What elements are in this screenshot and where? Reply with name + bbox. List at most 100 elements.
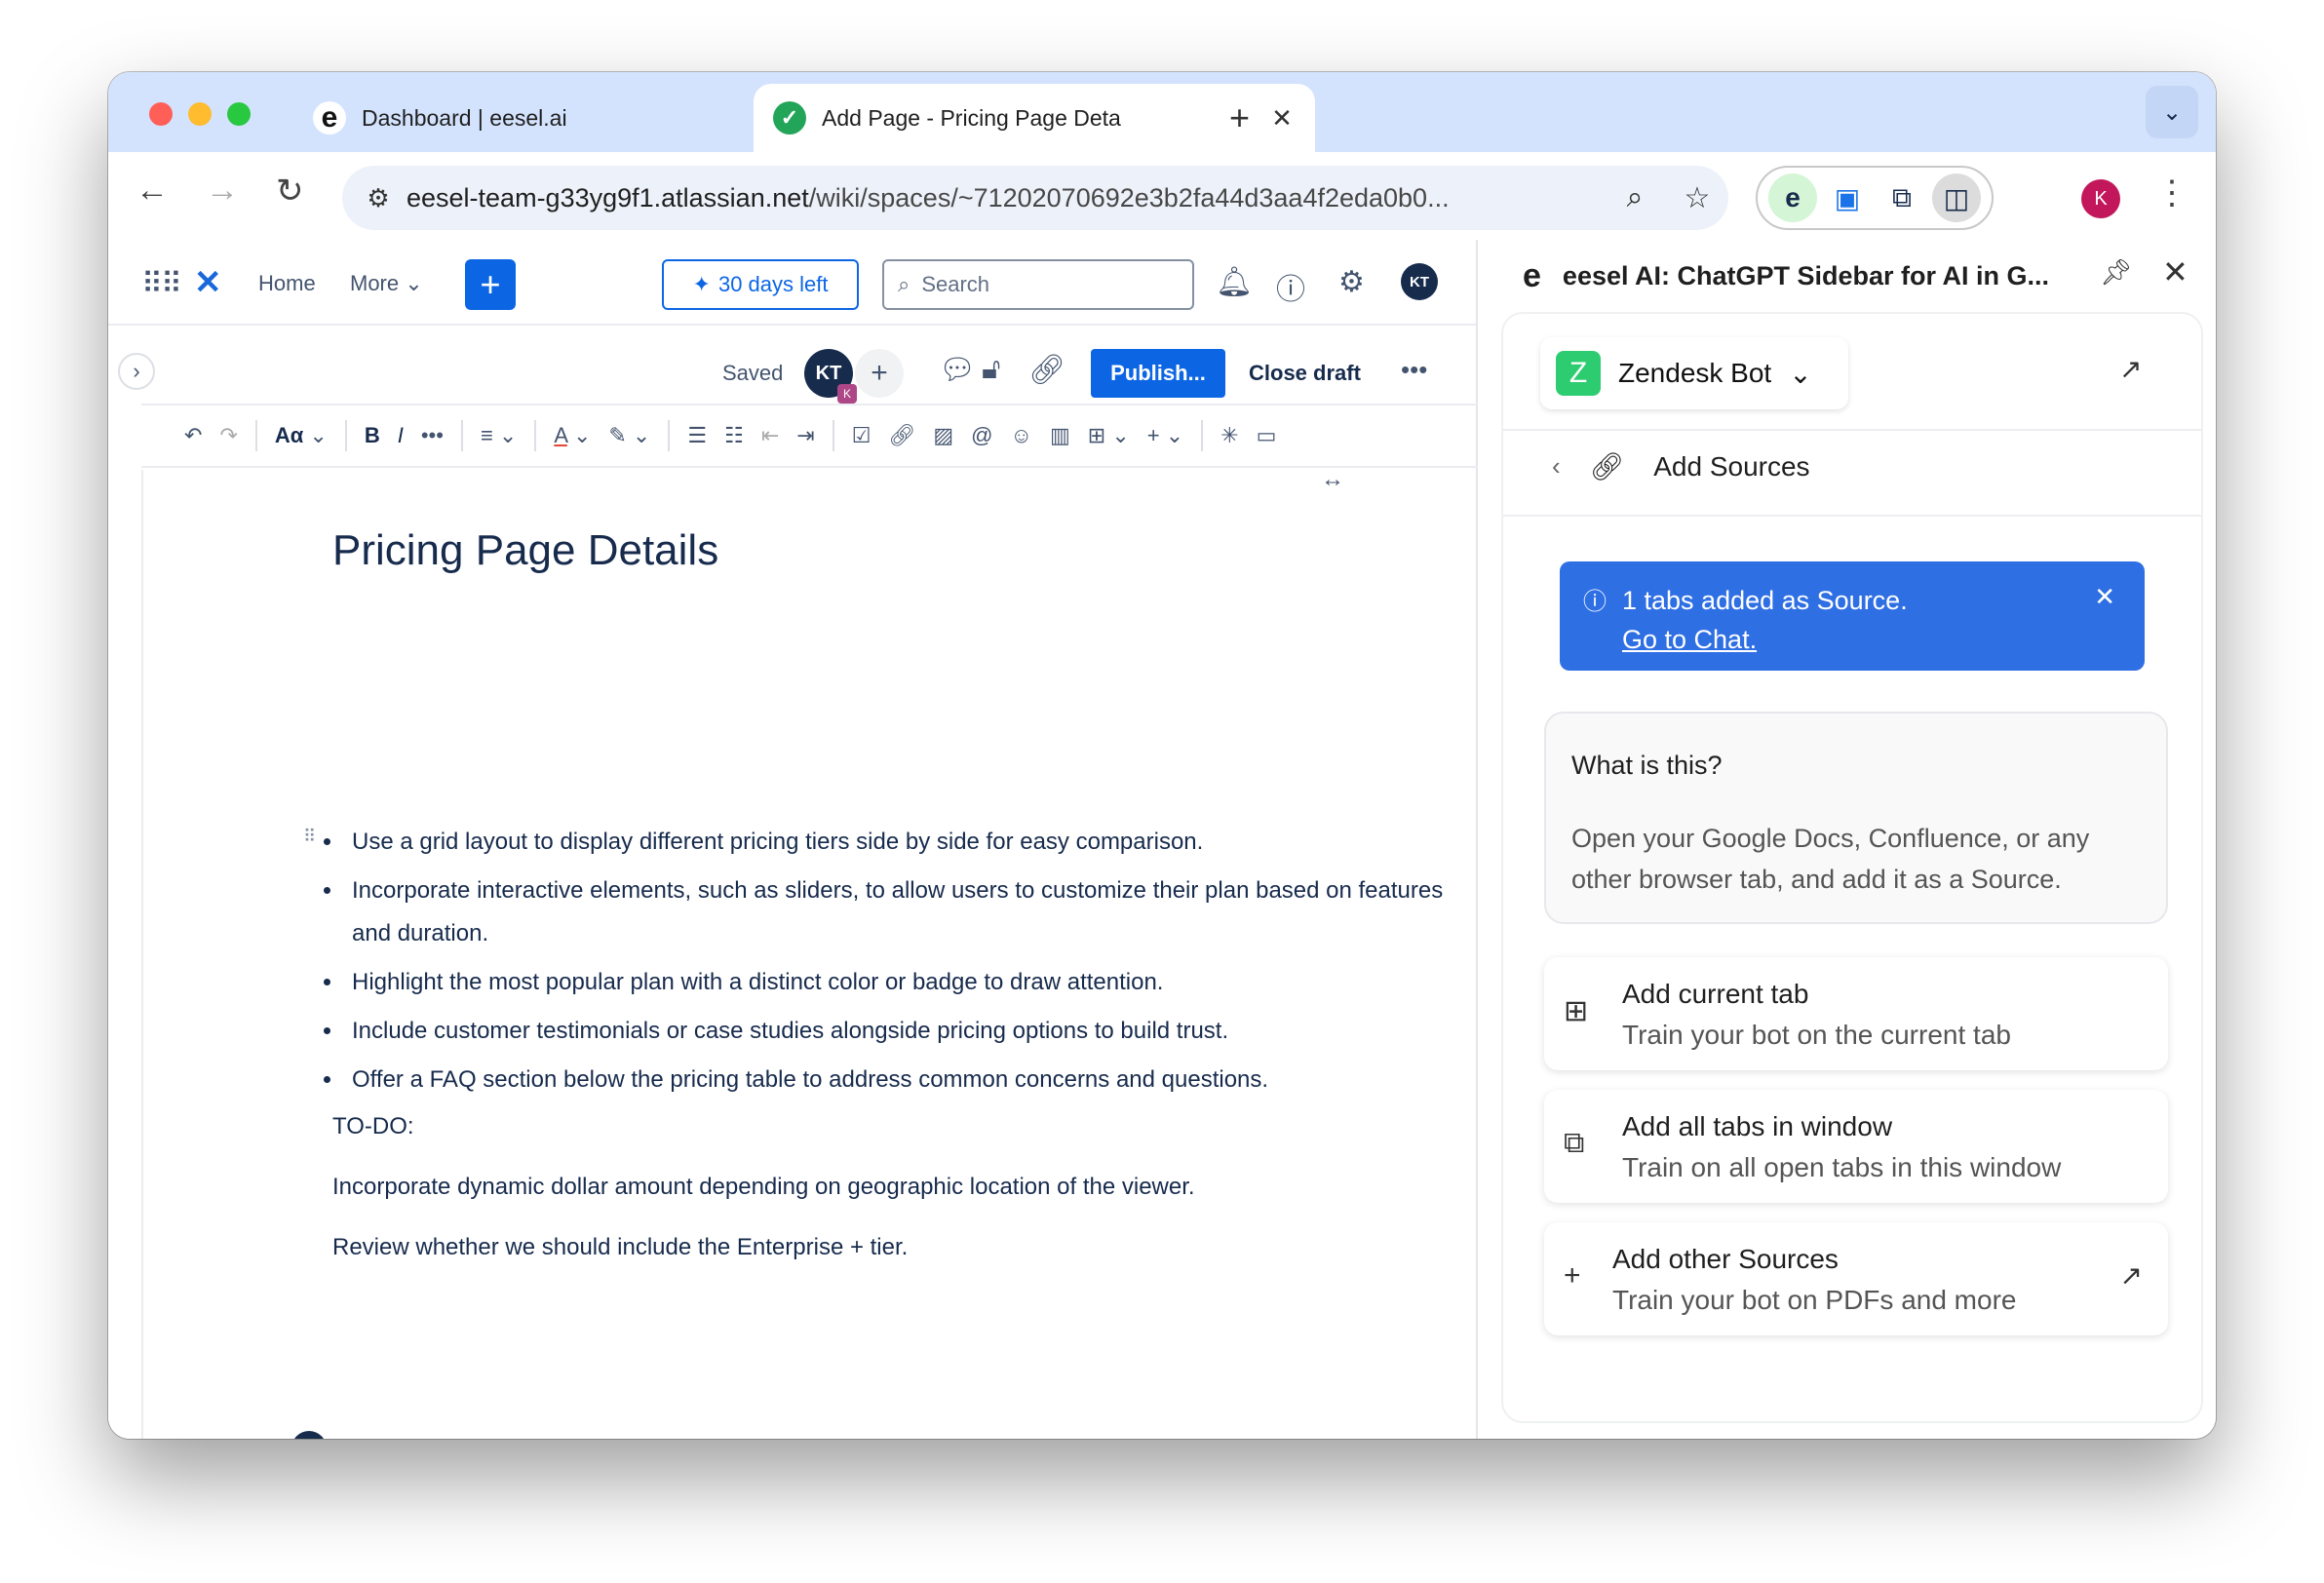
- back-chevron-icon[interactable]: ‹: [1552, 451, 1561, 482]
- search-input[interactable]: ⌕ Search: [882, 259, 1194, 310]
- back-button[interactable]: ←: [136, 172, 169, 210]
- list-item[interactable]: Incorporate interactive elements, such a…: [344, 869, 1465, 955]
- maximize-window-button[interactable]: [227, 102, 251, 126]
- outdent-icon[interactable]: ⇤: [761, 423, 779, 448]
- close-tab-icon[interactable]: ✕: [1262, 103, 1301, 134]
- settings-gear-icon[interactable]: ⚙: [1338, 265, 1365, 299]
- profile-avatar[interactable]: K: [2081, 179, 2120, 218]
- card-title: Add other Sources: [1612, 1244, 1839, 1274]
- what-is-this-card: What is this? Open your Google Docs, Con…: [1544, 712, 2168, 924]
- nav-home[interactable]: Home: [258, 271, 316, 296]
- open-external-arrow-icon[interactable]: ↗: [2119, 353, 2142, 385]
- page-title[interactable]: Pricing Page Details: [332, 526, 718, 575]
- restrictions-lock-icon[interactable]: 🔓︎: [982, 353, 1000, 386]
- highlight-icon[interactable]: ✎ ⌄: [608, 423, 650, 448]
- new-tab-button[interactable]: +: [1229, 97, 1250, 138]
- eesel-logo-icon: e: [1523, 256, 1541, 294]
- paragraph[interactable]: Review whether we should include the Ent…: [332, 1234, 908, 1261]
- address-bar[interactable]: ⚙ eesel-team-g33yg9f1.atlassian.net/wiki…: [342, 166, 1728, 230]
- full-width-toggle-icon[interactable]: ↔: [1321, 466, 1344, 493]
- more-actions-icon[interactable]: •••: [1401, 355, 1427, 385]
- drag-handle-icon[interactable]: ⠿: [303, 827, 316, 847]
- create-button[interactable]: +: [465, 259, 516, 310]
- mention-icon[interactable]: @: [971, 423, 992, 448]
- reload-button[interactable]: ↻: [276, 172, 304, 211]
- link-icon[interactable]: 🔗︎: [888, 423, 915, 448]
- bullet-list-icon[interactable]: ☰: [687, 423, 707, 448]
- task-checkbox-icon[interactable]: ☑: [852, 423, 872, 448]
- search-icon: ⌕: [898, 272, 910, 296]
- close-draft-button[interactable]: Close draft: [1249, 361, 1361, 386]
- paragraph[interactable]: Incorporate dynamic dollar amount depend…: [332, 1174, 1195, 1201]
- pin-icon[interactable]: 📌︎: [2100, 257, 2132, 288]
- invite-button[interactable]: +: [855, 349, 904, 398]
- side-panel-icon[interactable]: ◫: [1932, 174, 1981, 222]
- redo-icon[interactable]: ↷: [219, 423, 237, 448]
- chevron-right-icon: ›: [133, 359, 140, 383]
- emoji-icon[interactable]: ☺: [1011, 423, 1032, 448]
- trial-button[interactable]: ✦ 30 days left: [662, 259, 859, 310]
- close-notice-icon[interactable]: ✕: [2094, 577, 2115, 616]
- list-item[interactable]: Highlight the most popular plan with a d…: [344, 961, 1465, 1004]
- nav-more[interactable]: More ⌄: [350, 271, 423, 296]
- indent-icon[interactable]: ⇥: [796, 423, 814, 448]
- help-icon[interactable]: ⓘ: [1276, 265, 1305, 308]
- undo-icon[interactable]: ↶: [184, 423, 202, 448]
- browser-window: e Dashboard | eesel.ai ✕ ✓ Add Page - Pr…: [108, 72, 2216, 1439]
- comment-icon[interactable]: 💬︎: [939, 353, 976, 387]
- go-to-chat-link[interactable]: Go to Chat.: [1622, 620, 2121, 659]
- list-item[interactable]: Use a grid layout to display different p…: [344, 821, 1465, 864]
- text-color-icon[interactable]: A ⌄: [554, 423, 591, 448]
- ai-sparkle-icon[interactable]: ✳: [1220, 423, 1238, 448]
- sidebar-panel: Z Zendesk Bot ⌄ ↗ ‹ 🔗︎ Add Sources ⓘ 1 t…: [1501, 312, 2203, 1423]
- italic-icon[interactable]: I: [398, 423, 404, 448]
- close-window-button[interactable]: [149, 102, 173, 126]
- add-current-tab-button[interactable]: ⊞ Add current tab Train your bot on the …: [1544, 957, 2168, 1070]
- add-all-tabs-button[interactable]: ⧉ Add all tabs in window Train on all op…: [1544, 1090, 2168, 1203]
- zoom-icon[interactable]: ⌕: [1604, 181, 1666, 214]
- video-icon[interactable]: ▭: [1257, 423, 1277, 448]
- add-other-sources-button[interactable]: + Add other Sources Train your bot on PD…: [1544, 1222, 2168, 1335]
- saved-status: Saved: [722, 361, 784, 385]
- whatis-heading: What is this?: [1571, 751, 1723, 780]
- insert-plus-icon[interactable]: + ⌄: [1147, 423, 1183, 448]
- confluence-topnav: ⠿⠿ ✕ Home More ⌄ + ✦ 30 days left ⌕ Search…: [108, 240, 1476, 326]
- expand-sidebar-button[interactable]: ›: [118, 353, 155, 390]
- close-sidebar-icon[interactable]: ✕: [2162, 253, 2188, 290]
- card-subtitle: Train your bot on the current tab: [1622, 1020, 2011, 1050]
- browser-menu-icon[interactable]: ⋮: [2155, 174, 2188, 212]
- list-item[interactable]: Include customer testimonials or case st…: [344, 1010, 1465, 1053]
- forward-button[interactable]: →: [206, 172, 239, 210]
- publish-button[interactable]: Publish...: [1091, 349, 1225, 398]
- minimize-window-button[interactable]: [188, 102, 212, 126]
- copy-link-icon[interactable]: 🔗︎: [1028, 353, 1065, 387]
- numbered-list-icon[interactable]: ☷: [724, 423, 744, 448]
- alignment-icon[interactable]: ≡ ⌄: [481, 423, 517, 448]
- site-info-icon[interactable]: ⚙: [350, 183, 407, 213]
- bookmark-star-icon[interactable]: ☆: [1666, 181, 1728, 215]
- url-text[interactable]: eesel-team-g33yg9f1.atlassian.net/wiki/s…: [407, 183, 1604, 213]
- layouts-icon[interactable]: ▥: [1050, 423, 1070, 448]
- bold-icon[interactable]: B: [365, 423, 380, 448]
- list-item[interactable]: Offer a FAQ section below the pricing ta…: [344, 1059, 1465, 1101]
- bullet-list[interactable]: Use a grid layout to display different p…: [344, 821, 1465, 1107]
- puzzle-extensions-icon[interactable]: ⧉: [1878, 174, 1926, 222]
- todo-label[interactable]: TO-DO:: [332, 1113, 414, 1140]
- bot-selector[interactable]: Z Zendesk Bot ⌄: [1540, 337, 1848, 409]
- eesel-extension-icon[interactable]: e: [1768, 174, 1817, 222]
- collaborator-badge: K: [837, 384, 857, 404]
- more-formatting-icon[interactable]: •••: [421, 423, 444, 448]
- screenshot-extension-icon[interactable]: ▣: [1823, 174, 1872, 222]
- notifications-icon[interactable]: 🔔︎: [1216, 265, 1253, 299]
- add-sources-header: ‹ 🔗︎ Add Sources: [1552, 450, 1810, 483]
- table-icon[interactable]: ⊞ ⌄: [1088, 423, 1130, 448]
- external-arrow-icon: ↗: [2119, 1260, 2143, 1291]
- add-pages-icon: ⧉: [1564, 1127, 1585, 1159]
- confluence-logo-icon[interactable]: ✕: [194, 263, 222, 302]
- image-icon[interactable]: ▨: [933, 423, 953, 448]
- link-icon: 🔗︎: [1589, 451, 1625, 482]
- user-avatar[interactable]: KT: [1401, 263, 1438, 300]
- text-style-dropdown[interactable]: Aα ⌄: [275, 423, 328, 448]
- tab-search-button[interactable]: ⌄: [2146, 86, 2198, 138]
- app-switcher-icon[interactable]: ⠿⠿: [141, 267, 182, 301]
